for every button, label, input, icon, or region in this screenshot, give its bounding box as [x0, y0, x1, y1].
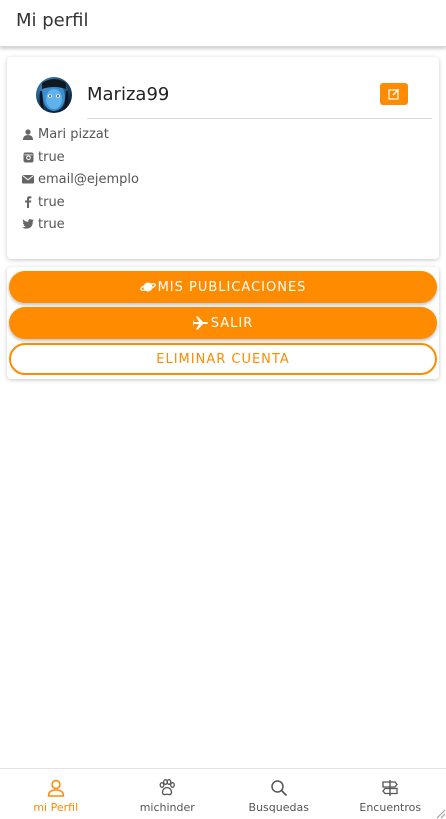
nav-label-profile: mi Perfil	[33, 801, 79, 814]
edit-icon	[388, 89, 399, 100]
logout-label: SALIR	[210, 315, 254, 331]
instagram-row: true	[22, 149, 65, 165]
envelope-icon	[22, 173, 34, 185]
user-icon	[22, 128, 34, 140]
signpost-icon	[380, 778, 400, 798]
full-name-row: Mari pizzat	[22, 126, 109, 142]
my-publications-label: MIS PUBLICACIONES	[157, 279, 307, 295]
top-bar: Mi perfil	[0, 0, 446, 47]
planet-icon	[139, 280, 156, 294]
page-title: Mi perfil	[16, 10, 89, 31]
avatar	[36, 77, 72, 113]
full-name: Mari pizzat	[38, 126, 109, 142]
actions-card: MIS PUBLICACIONES SALIR ELIMINAR CUENTA	[7, 267, 439, 379]
search-icon	[269, 778, 289, 798]
paw-icon	[157, 778, 177, 798]
instagram-icon	[22, 151, 34, 163]
twitter-icon	[22, 218, 34, 230]
nav-label-search: Busquedas	[248, 801, 309, 814]
nav-label-encounters: Encuentros	[359, 801, 422, 814]
twitter-row: true	[22, 216, 65, 232]
my-publications-button[interactable]: MIS PUBLICACIONES	[9, 271, 437, 303]
bottom-nav: mi Perfil michinder Busquedas Encuentros	[0, 768, 446, 819]
nav-item-profile[interactable]: mi Perfil	[0, 769, 112, 819]
user-icon	[46, 778, 66, 798]
username: Mariza99	[87, 84, 170, 105]
logout-button[interactable]: SALIR	[9, 307, 437, 339]
nav-item-search[interactable]: Busquedas	[223, 769, 335, 819]
delete-account-button[interactable]: ELIMINAR CUENTA	[9, 343, 437, 375]
edit-profile-button[interactable]	[380, 83, 408, 105]
instagram-value: true	[38, 149, 65, 165]
facebook-value: true	[38, 194, 65, 210]
divider	[87, 118, 432, 119]
nav-item-michinder[interactable]: michinder	[112, 769, 224, 819]
app-root: Mi perfil Mariza99 Mari pizzat true emai…	[0, 0, 446, 819]
facebook-icon	[22, 196, 34, 208]
nav-item-encounters[interactable]: Encuentros	[335, 769, 446, 819]
twitter-value: true	[38, 216, 65, 232]
email-row: email@ejemplo	[22, 171, 139, 187]
profile-card: Mariza99 Mari pizzat true email@ejemplo …	[7, 57, 439, 259]
avatar-image	[39, 79, 69, 111]
email-value: email@ejemplo	[38, 171, 139, 187]
facebook-row: true	[22, 194, 65, 210]
plane-icon	[192, 316, 209, 330]
nav-label-michinder: michinder	[139, 801, 195, 814]
delete-account-label: ELIMINAR CUENTA	[156, 351, 290, 367]
resize-grip-icon[interactable]	[434, 807, 446, 819]
